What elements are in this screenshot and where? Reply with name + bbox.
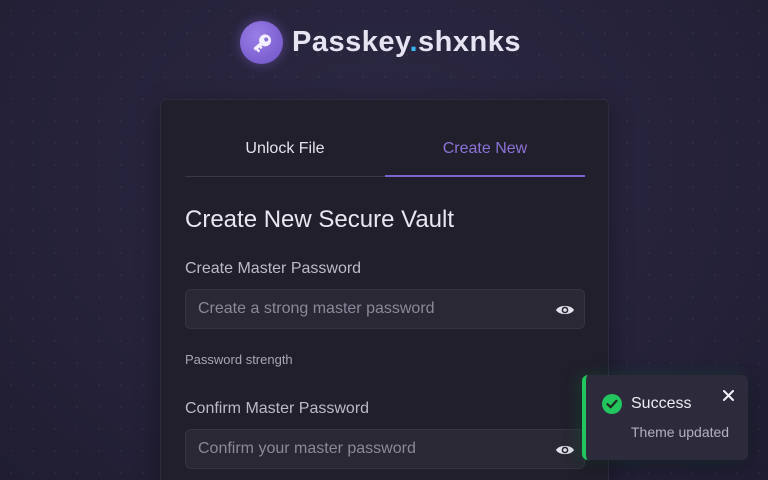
success-toast: Success Theme updated bbox=[582, 375, 748, 460]
close-icon[interactable] bbox=[720, 387, 736, 403]
key-icon bbox=[240, 21, 283, 64]
app-title-part2: shxnks bbox=[418, 26, 521, 58]
app-title: Passkey.shxnks bbox=[292, 26, 521, 59]
eye-icon[interactable] bbox=[555, 300, 575, 320]
app-header: Passkey.shxnks bbox=[240, 21, 521, 64]
toast-title: Success bbox=[631, 395, 692, 412]
master-password-label: Create Master Password bbox=[185, 260, 362, 277]
master-password-field-wrap bbox=[185, 289, 585, 329]
tab-bar: Unlock File Create New bbox=[185, 129, 585, 177]
confirm-password-field-wrap bbox=[185, 429, 585, 469]
password-strength-label: Password strength bbox=[185, 352, 293, 367]
check-circle-icon bbox=[602, 394, 622, 414]
confirm-password-label: Confirm Master Password bbox=[185, 400, 370, 417]
form-title: Create New Secure Vault bbox=[185, 206, 455, 233]
master-password-input[interactable] bbox=[186, 290, 584, 328]
app-title-dot: . bbox=[409, 26, 419, 58]
confirm-password-input[interactable] bbox=[186, 430, 584, 468]
tab-create-new[interactable]: Create New bbox=[385, 129, 585, 177]
vault-card: Unlock File Create New Create New Secure… bbox=[160, 99, 609, 480]
eye-icon[interactable] bbox=[555, 440, 575, 460]
toast-message: Theme updated bbox=[631, 424, 730, 440]
app-title-part1: Passkey bbox=[292, 26, 410, 58]
tab-unlock-file[interactable]: Unlock File bbox=[185, 129, 385, 176]
